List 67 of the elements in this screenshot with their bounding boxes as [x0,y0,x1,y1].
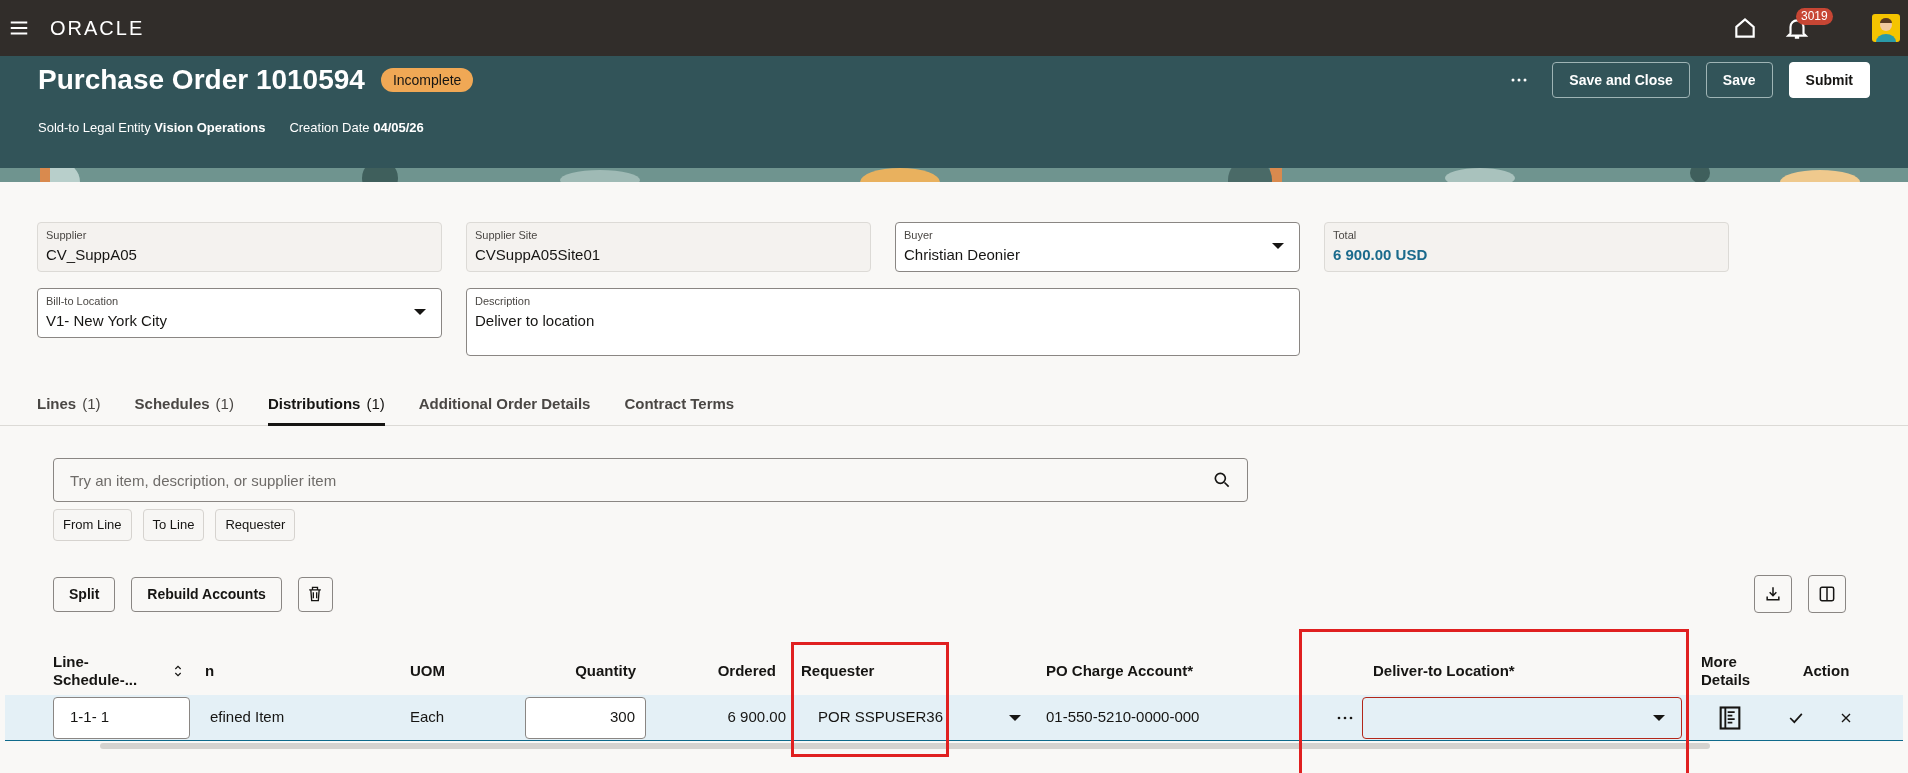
action-button[interactable]: Submit [1788,62,1870,98]
caret-icon [1009,714,1021,721]
select-field[interactable]: Bill-to Location V1- New York City [37,288,442,338]
field-value: Deliver to location [475,310,596,331]
column-header[interactable]: Quantity [575,662,636,680]
column-header[interactable]: Deliver-to Location* [1373,662,1515,680]
field-label: Description [475,294,532,309]
table-cell-text: 6 900.00 [727,707,786,728]
select-field[interactable]: POR SSPUSER36 [801,706,1036,729]
avatar[interactable] [1872,14,1900,42]
download-icon [1763,584,1783,604]
column-header: Action [1802,662,1850,680]
field-value: V1- New York City [46,310,168,331]
home-icon[interactable] [1732,15,1758,41]
text-area[interactable]: Description Deliver to location [466,288,1300,356]
tab[interactable]: Schedules (1) [134,386,234,426]
action-button[interactable]: Save [1705,62,1773,98]
search-icon[interactable] [1212,470,1232,490]
field-value: CVSuppA05Site01 [475,244,602,265]
field-label: Bill-to Location [46,294,120,309]
field-label: Supplier [46,228,88,243]
page-title: Purchase Order 1010594 [38,63,365,97]
field-label: Buyer [904,228,934,243]
tab[interactable]: Additional Order Details [418,386,591,426]
columns-icon [1817,584,1837,604]
header-info: Creation Date 04/05/26 [289,119,424,137]
column-header: More Details [1701,653,1751,689]
field-value: 6 900.00 USD [1333,244,1429,265]
scrollbar[interactable] [100,743,1710,749]
field-value: CV_SuppA05 [46,244,138,265]
header-info: Sold-to Legal Entity Vision Operations [38,119,266,137]
column-header[interactable]: Line-Schedule-... [53,653,148,689]
input-field[interactable]: 300 [525,696,646,739]
filter-chip[interactable]: To Line [142,509,205,541]
column-header[interactable]: n [205,662,215,680]
field-label: Total [1333,228,1358,243]
table-cell-text: Each [410,707,445,728]
caret-icon[interactable] [414,309,426,315]
table-cell-text: 01-550-5210-0000-000 [1046,707,1200,728]
column-header[interactable]: Ordered [717,662,776,680]
field-label: Supplier Site [475,228,539,243]
tab[interactable]: Distributions (1) [267,386,385,426]
caret-icon [1653,714,1665,721]
search-field[interactable]: Try an item, description, or supplier item [53,458,1248,502]
action-button[interactable]: Save and Close [1552,62,1690,98]
notification-badge: 3019 [1796,8,1833,25]
tab[interactable]: Contract Terms [624,386,735,426]
logo[interactable]: ORACLE [50,13,145,43]
filter-chip[interactable]: From Line [53,509,132,541]
toolbar-button[interactable]: Rebuild Accounts [131,576,282,612]
columns-button[interactable] [1808,575,1846,613]
caret-icon[interactable] [1272,243,1284,249]
table-cell-text: efined Item [209,707,285,728]
download-button[interactable] [1754,575,1792,613]
column-header[interactable]: UOM [410,662,445,680]
filter-chip[interactable]: Requester [215,509,296,541]
status-badge: Incomplete [380,68,474,92]
column-header[interactable]: Requester [801,662,875,680]
select-field[interactable]: Buyer Christian Deonier [895,222,1300,272]
tab[interactable]: Lines (1) [37,386,101,426]
toolbar-button[interactable]: Split [53,576,116,612]
delete-button[interactable] [297,576,333,612]
select-field[interactable] [1362,696,1682,739]
input-field[interactable]: 1-1- 1 [53,696,190,739]
table-row[interactable]: 1-1- 1 efined Item Each 300 6 900.00 POR SSPUSER36 01-550-5210-0000-000 [5,695,1903,741]
field-value: Christian Deonier [904,244,1021,265]
column-header[interactable]: PO Charge Account* [1046,662,1193,680]
